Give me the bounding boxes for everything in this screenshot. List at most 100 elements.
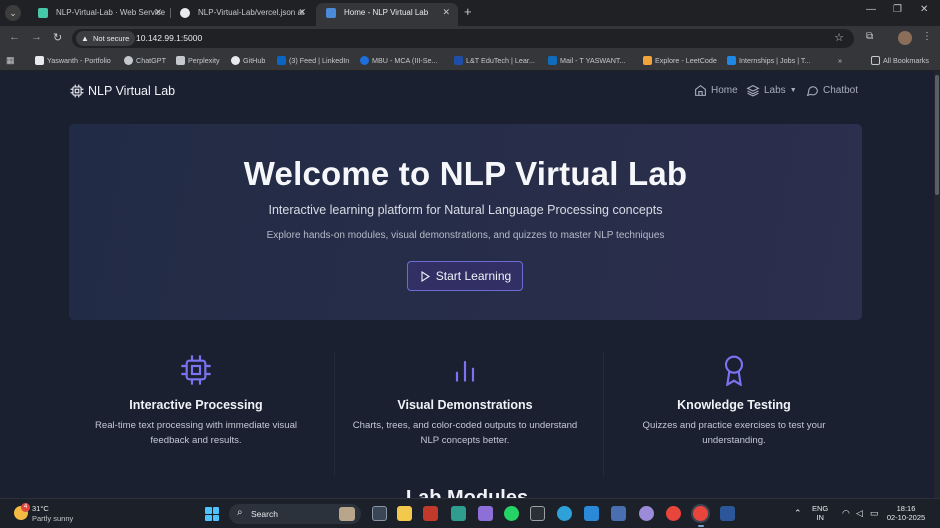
bookmark-star-icon[interactable]: ☆ (834, 31, 844, 44)
cpu-logo-icon (70, 84, 84, 98)
bookmark-label: Explore - LeetCode (655, 56, 717, 65)
address-bar[interactable]: ▲ Not secure 10.142.99.1:5000 ☆ (72, 29, 854, 48)
tab-web-service[interactable]: NLP-Virtual-Lab · Web Service ✕ (28, 3, 170, 26)
tray-chevron-up-icon[interactable]: ⌃ (794, 508, 802, 519)
chrome-icon[interactable] (666, 506, 681, 521)
bookmark-internships[interactable]: Internships | Jobs | T... (727, 51, 811, 71)
nav-chatbot-label: Chatbot (823, 85, 859, 96)
feature-divider (334, 351, 335, 476)
tab-title: Home - NLP Virtual Lab (344, 8, 429, 17)
feature-card-knowledge: Knowledge Testing Quizzes and practice e… (607, 354, 861, 448)
window-close-icon[interactable]: ✕ (920, 4, 928, 15)
bookmark-portfolio[interactable]: Yaswanth - Portfolio (35, 51, 111, 71)
battery-icon[interactable]: ▭ (870, 508, 879, 519)
windows-taskbar: 4 31°C Partly sunny ⌕ Search ⌃ ENG IN ◠ … (0, 498, 940, 528)
bookmark-label: Perplexity (188, 56, 220, 65)
profile-avatar[interactable] (898, 31, 912, 45)
nav-chatbot-link[interactable]: Chatbot (806, 84, 858, 97)
weather-condition: Partly sunny (32, 514, 74, 523)
feature-description: Real-time text processing with immediate… (94, 420, 298, 446)
wifi-icon[interactable]: ◠ (842, 508, 850, 519)
hero-description: Explore hands-on modules, visual demonst… (266, 230, 665, 241)
kebab-menu-icon[interactable]: ⋮ (922, 31, 932, 42)
bookmark-mbu[interactable]: MBU - MCA (III-Se... (360, 51, 438, 71)
bookmark-leetcode[interactable]: Explore - LeetCode (643, 51, 717, 71)
edge-icon[interactable] (557, 506, 572, 521)
tab-github[interactable]: NLP-Virtual-Lab/vercel.json at ✕ (170, 3, 314, 26)
app-icon[interactable] (639, 506, 654, 521)
apps-grid-icon[interactable]: ▦ (6, 55, 15, 66)
search-label: Search (251, 509, 278, 519)
github-favicon-icon (180, 8, 190, 18)
site-brand[interactable]: NLP Virtual Lab (70, 84, 175, 98)
brand-name: NLP Virtual Lab (88, 84, 176, 98)
search-highlight-image (339, 507, 355, 521)
bookmark-chatgpt[interactable]: ChatGPT (124, 51, 166, 71)
feature-title: Interactive Processing (129, 398, 263, 412)
nav-home-label: Home (711, 85, 738, 96)
close-icon[interactable]: ✕ (154, 3, 162, 22)
feature-card-interactive: Interactive Processing Real-time text pr… (69, 354, 323, 448)
page-scrollbar[interactable] (934, 71, 940, 498)
chat-bubble-icon (806, 86, 818, 97)
notes-app-icon[interactable] (451, 506, 466, 521)
bookmarks-overflow-icon[interactable]: » (838, 51, 842, 71)
minimize-icon[interactable]: — (866, 4, 876, 15)
url-text[interactable]: 10.142.99.1:5000 (136, 29, 202, 48)
internshala-favicon-icon (727, 56, 736, 65)
copilot-icon[interactable] (478, 506, 493, 521)
security-chip[interactable]: ▲ Not secure (76, 31, 136, 46)
windows-start-icon[interactable] (205, 507, 219, 521)
input-language[interactable]: ENG IN (812, 504, 828, 522)
snipping-tool-icon[interactable] (611, 506, 626, 521)
tab-home-active[interactable]: Home - NLP Virtual Lab ✕ (316, 3, 458, 26)
media-app-icon[interactable] (423, 506, 438, 521)
hero-banner: Welcome to NLP Virtual Lab Interactive l… (69, 124, 862, 320)
chrome-profile-icon[interactable] (693, 506, 708, 521)
bookmark-label: L&T EduTech | Lear... (466, 56, 535, 65)
weather-temperature: 31°C (32, 504, 49, 513)
bookmark-mail[interactable]: Mail - T YASWANT... (548, 51, 626, 71)
nav-labs-dropdown[interactable]: Labs ▼ (746, 84, 797, 97)
back-arrow-icon[interactable]: ← (9, 31, 20, 43)
vscode-icon[interactable] (584, 506, 599, 521)
nav-home-link[interactable]: Home (694, 84, 738, 97)
whatsapp-icon[interactable] (504, 506, 519, 521)
bookmark-github[interactable]: GitHub (231, 51, 265, 71)
system-clock[interactable]: 18:16 02-10-2025 (886, 504, 926, 522)
play-icon (421, 270, 430, 282)
bookmark-label: GitHub (243, 56, 266, 65)
restore-icon[interactable]: ❐ (893, 4, 902, 15)
word-icon[interactable] (720, 506, 735, 521)
bookmark-linkedin[interactable]: (3) Feed | LinkedIn (277, 51, 349, 71)
taskbar-search[interactable]: ⌕ Search (229, 504, 361, 524)
feature-description: Charts, trees, and color-coded outputs t… (352, 420, 578, 446)
new-tab-button[interactable]: + (464, 4, 472, 19)
volume-icon[interactable]: ◁ (856, 508, 863, 519)
task-view-icon[interactable] (372, 506, 387, 521)
language-code: ENG (812, 504, 829, 513)
security-label: Not secure (93, 34, 130, 43)
bookmark-label: Internships | Jobs | T... (739, 56, 811, 65)
close-icon[interactable]: ✕ (442, 3, 450, 22)
file-explorer-icon[interactable] (397, 506, 412, 521)
close-icon[interactable]: ✕ (298, 3, 306, 22)
scrollbar-thumb[interactable] (935, 75, 939, 195)
reload-icon[interactable]: ↻ (53, 31, 62, 44)
lt-edutech-favicon-icon (454, 56, 463, 65)
all-bookmarks-button[interactable]: All Bookmarks (871, 51, 929, 71)
bookmark-perplexity[interactable]: Perplexity (176, 51, 220, 71)
start-learning-button[interactable]: Start Learning (407, 261, 523, 291)
forward-arrow-icon[interactable]: → (31, 31, 42, 43)
extensions-puzzle-icon[interactable]: ⧉ (866, 31, 873, 42)
perplexity-favicon-icon (176, 56, 185, 65)
bookmark-lt-edutech[interactable]: L&T EduTech | Lear... (454, 51, 535, 71)
chatgpt-favicon-icon (124, 56, 133, 65)
bookmark-label: Mail - T YASWANT... (560, 56, 626, 65)
feature-title: Knowledge Testing (677, 398, 791, 412)
terminal-icon[interactable] (530, 506, 545, 521)
tab-search-chevron-icon[interactable]: ⌄ (5, 5, 21, 21)
tab-title: NLP-Virtual-Lab/vercel.json at (198, 8, 305, 17)
notification-badge: 4 (21, 503, 30, 512)
outlook-favicon-icon (548, 56, 557, 65)
